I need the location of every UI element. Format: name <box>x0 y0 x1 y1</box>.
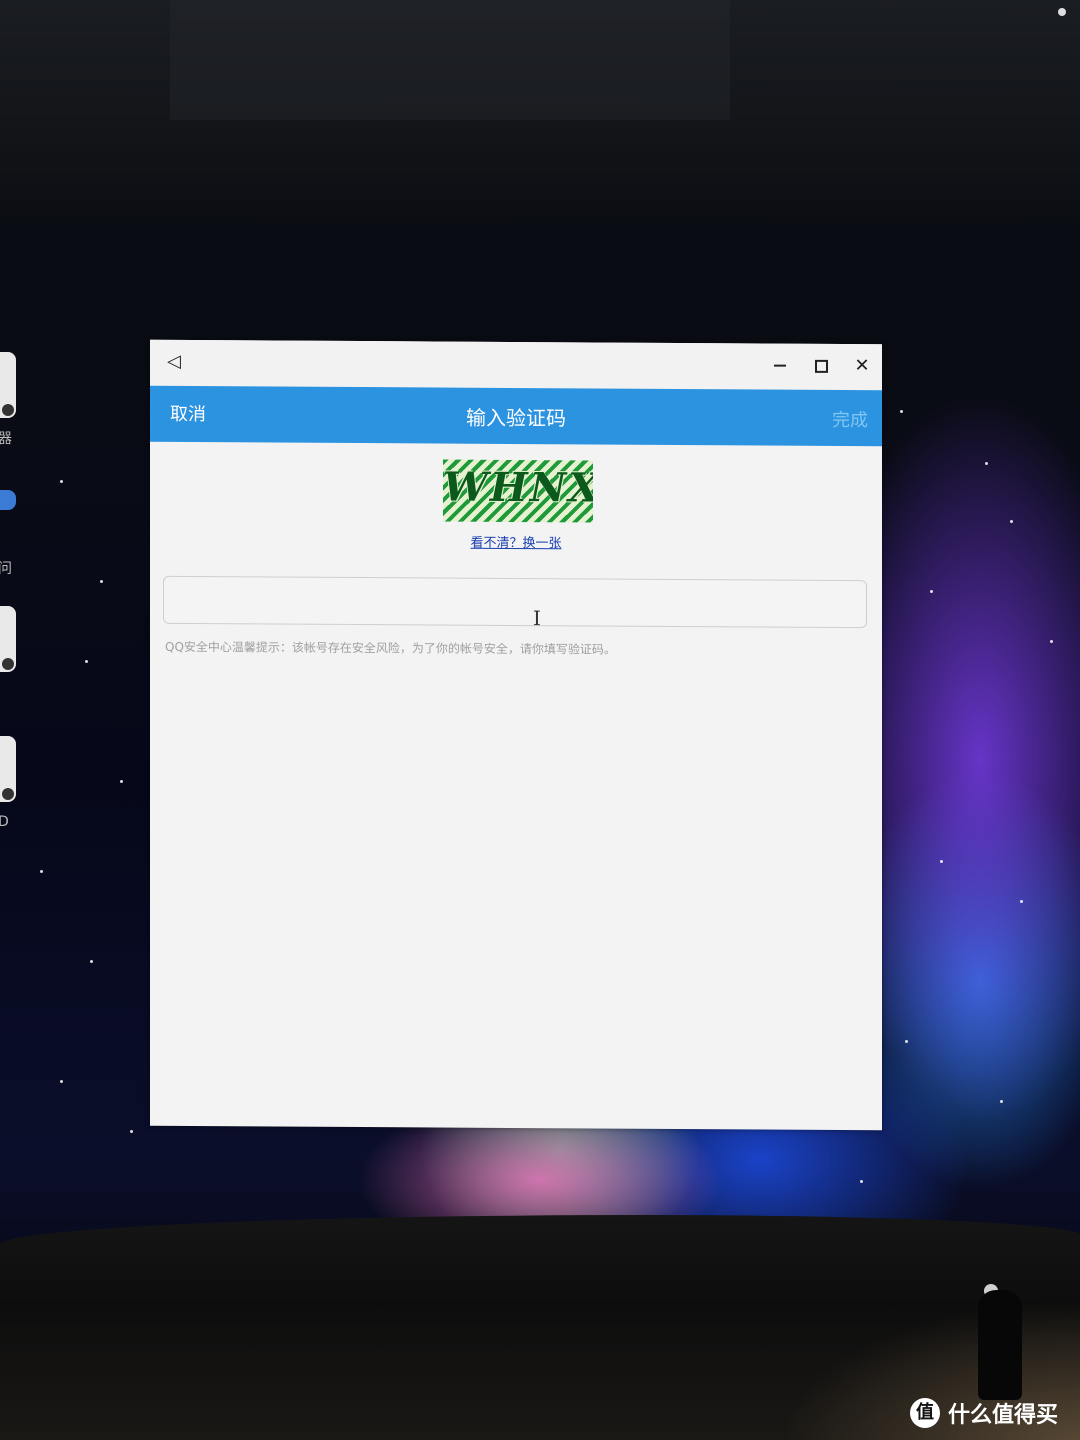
desktop-app-icon[interactable] <box>0 606 16 672</box>
watermark: 值 什么值得买 <box>910 1396 1058 1430</box>
star <box>985 462 988 465</box>
shortcut-arrow-icon <box>2 404 14 416</box>
security-hint: QQ安全中心温馨提示：该帐号存在安全风险，为了你的帐号安全，请你填写验证码。 <box>165 639 616 657</box>
shortcut-arrow-icon <box>2 658 14 670</box>
desktop-icon-label: 器 <box>0 431 12 447</box>
dialog-header: 取消 输入验证码 完成 <box>150 385 882 447</box>
maximize-icon <box>814 359 828 373</box>
monitor-bezel <box>170 0 730 120</box>
captcha-dialog-window: ◁ ✕ 取消 输入验证码 完成 WHNX 看不清？换一张 I QQ安全中心温馨提… <box>150 339 882 1131</box>
minimize-button[interactable] <box>766 352 794 380</box>
star <box>860 1180 863 1183</box>
refresh-captcha-link[interactable]: 看不清？换一张 <box>150 530 882 553</box>
dialog-title: 输入验证码 <box>466 405 566 431</box>
captcha-image: WHNX <box>443 459 593 523</box>
shortcut-arrow-icon <box>2 788 14 800</box>
star <box>100 580 103 583</box>
desktop-app-icon[interactable] <box>0 490 16 510</box>
desktop-icon-label: D <box>0 814 9 830</box>
star <box>60 1080 63 1083</box>
close-button[interactable]: ✕ <box>848 352 876 380</box>
star <box>85 660 88 663</box>
photo-scene: 器 问 D ◁ ✕ 取消 输入验证码 完成 WHNX 看不清？换一张 I QQ安… <box>0 0 1080 1440</box>
star <box>1058 8 1066 16</box>
star <box>1020 900 1023 903</box>
watermark-text: 什么值得买 <box>948 1403 1059 1428</box>
window-titlebar: ◁ ✕ <box>150 339 882 391</box>
star <box>900 410 903 413</box>
desktop-app-icon[interactable] <box>0 352 16 418</box>
minimize-icon <box>774 364 786 367</box>
captcha-input[interactable] <box>163 575 867 629</box>
watermark-logo-icon: 值 <box>910 1398 940 1428</box>
text-cursor-icon: I <box>533 606 541 631</box>
star <box>940 860 943 863</box>
star <box>1000 1100 1003 1103</box>
done-button[interactable]: 完成 <box>832 406 868 432</box>
star <box>120 780 123 783</box>
star <box>90 960 93 963</box>
star <box>905 1040 908 1043</box>
back-icon[interactable]: ◁ <box>160 348 188 376</box>
desktop-icon-label: 问 <box>0 561 12 577</box>
person-silhouette <box>978 1290 1022 1400</box>
star <box>930 590 933 593</box>
desktop-app-icon[interactable] <box>0 736 16 802</box>
captcha-text: WHNX <box>443 463 593 512</box>
maximize-button[interactable] <box>807 352 835 380</box>
star <box>130 1130 133 1133</box>
star <box>1050 640 1053 643</box>
star <box>60 480 63 483</box>
star <box>1010 520 1013 523</box>
star <box>40 870 43 873</box>
